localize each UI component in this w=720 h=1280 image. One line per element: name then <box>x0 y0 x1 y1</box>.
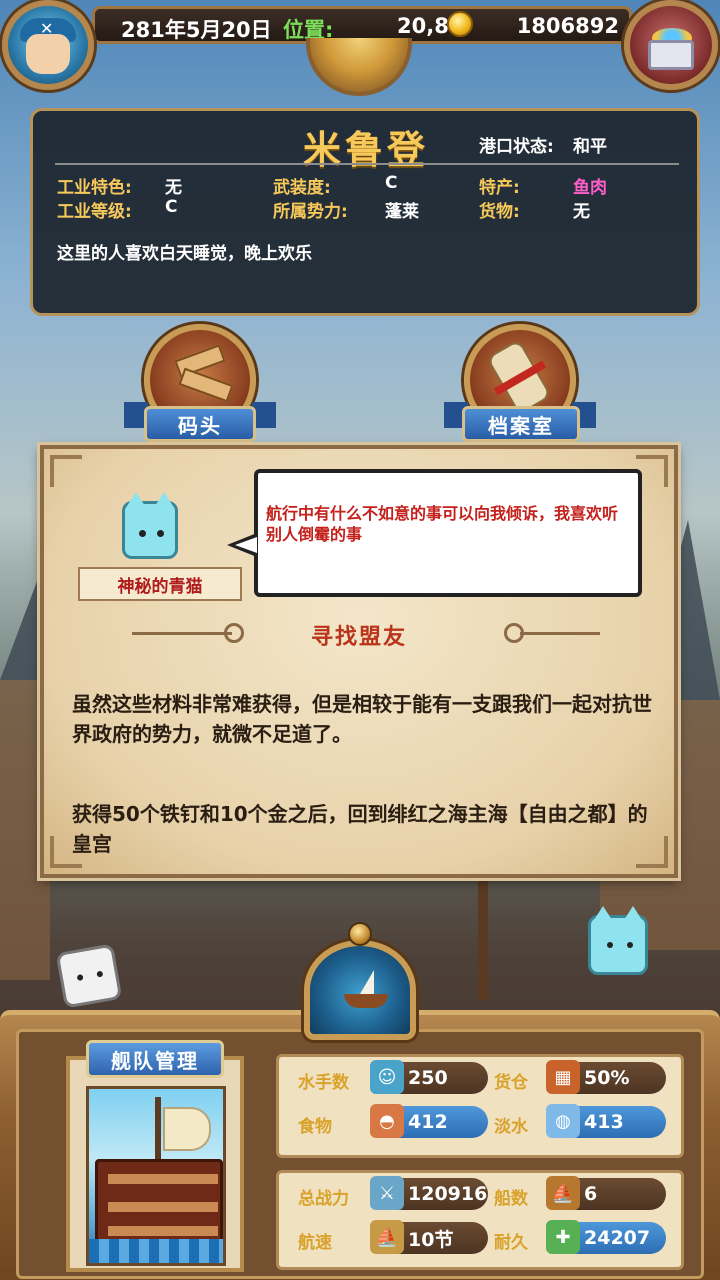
divider <box>55 163 679 165</box>
quest-title: 寻找盟友 <box>310 625 407 650</box>
port-description: 这里的人喜欢白天睡觉，晚上欢乐 <box>57 244 312 264</box>
specialty-value: 鱼肉 <box>573 178 607 198</box>
position-value: 20,8 <box>397 14 449 38</box>
durability-label: 耐久 <box>494 1233 528 1253</box>
goods-label: 货物: <box>479 202 520 222</box>
sail-icon <box>360 970 374 994</box>
swords-icon: ⚔ <box>370 1176 404 1210</box>
player-avatar-button[interactable] <box>2 0 94 90</box>
npc-name: 神秘的青猫 <box>78 567 242 601</box>
hull-deck <box>108 1226 218 1236</box>
water-value: 413 <box>584 1111 624 1133</box>
sailors-value-bar: ☺ 250 <box>370 1060 488 1094</box>
industry-level-label: 工业等级: <box>57 202 132 222</box>
durability-icon: ✚ <box>546 1220 580 1254</box>
meat-icon: ◓ <box>370 1104 404 1138</box>
total-power-value: 120916 <box>408 1183 488 1205</box>
faction-value: 蓬莱 <box>385 202 419 222</box>
port-status-label: 港口状态: <box>479 137 554 157</box>
faction-label: 所属势力: <box>273 202 348 222</box>
sail-speed-icon: ⛵ <box>370 1220 404 1254</box>
white-cat-mascot[interactable] <box>55 943 123 1009</box>
ship-hull <box>95 1159 223 1245</box>
blue-cat-mascot[interactable] <box>588 906 648 975</box>
gold-coin-icon <box>447 11 473 37</box>
quest-dialog: 神秘的青猫 航行中有什么不如意的事可以向我倾诉，我喜欢听别人倒霉的事 寻找盟友 … <box>40 445 678 878</box>
cargo-label: 货仓 <box>494 1073 528 1093</box>
npc-portrait <box>122 492 178 559</box>
speed-label: 航速 <box>298 1233 332 1253</box>
eye <box>76 974 84 982</box>
avatar-face <box>26 34 70 74</box>
game-date: 281年5月20日 <box>121 18 272 42</box>
speed-value: 10节 <box>408 1228 454 1251</box>
total-power-value-bar: ⚔ 120916 <box>370 1176 488 1210</box>
total-power-label: 总战力 <box>298 1189 349 1209</box>
emblem-knob <box>348 922 372 946</box>
water-icon: ◍ <box>546 1104 580 1138</box>
armament-label: 武装度: <box>273 178 331 198</box>
map-globe-button[interactable] <box>306 38 412 96</box>
treasure-chest-button[interactable] <box>624 0 718 90</box>
eye <box>607 942 613 948</box>
industry-level-value: C <box>165 197 178 217</box>
industry-feature-value: 无 <box>165 178 182 198</box>
ship-count-icon: ⛵ <box>546 1176 580 1210</box>
eye <box>139 530 146 537</box>
industry-feature-label: 工业特色: <box>57 178 132 198</box>
ship-waves <box>89 1239 223 1263</box>
port-status-value: 和平 <box>573 137 607 157</box>
eye <box>157 530 164 537</box>
water-value-bar: ◍ 413 <box>546 1104 666 1138</box>
quest-objective: 获得50个铁钉和10个金之后，回到绯红之海主海【自由之都】的皇宫 <box>72 802 648 856</box>
npc-speech-bubble: 航行中有什么不如意的事可以向我倾诉，我喜欢听别人倒霉的事 <box>254 469 642 597</box>
ship-count-label: 船数 <box>494 1189 528 1209</box>
port-name: 米鲁登 <box>303 128 430 172</box>
dock-label: 码头 <box>144 406 256 442</box>
food-value-bar: ◓ 412 <box>370 1104 488 1138</box>
gold-amount: 1806892 <box>516 14 619 38</box>
title-flourish <box>520 632 600 635</box>
dock-plank <box>178 367 234 403</box>
durability-value-bar: ✚ 24207 <box>546 1220 666 1254</box>
sailors-value: 250 <box>408 1067 448 1089</box>
chest-icon <box>648 40 694 70</box>
flagship-image[interactable] <box>86 1086 226 1266</box>
food-value: 412 <box>408 1111 448 1133</box>
speech-tail-fill <box>235 537 257 553</box>
boat-icon <box>344 994 388 1008</box>
ship-mast <box>155 1097 161 1167</box>
background-mast <box>478 860 488 1000</box>
ship-count-value: 6 <box>584 1183 598 1205</box>
food-label: 食物 <box>298 1117 332 1137</box>
port-info-panel: 米鲁登 港口状态: 和平 工业特色: 无 武装度: C 特产: 鱼肉 工业等级:… <box>30 108 700 316</box>
sail-button[interactable] <box>304 940 416 1040</box>
eye <box>96 970 104 978</box>
cargo-value: 50% <box>584 1067 630 1089</box>
archive-label: 档案室 <box>462 406 580 442</box>
water-label: 淡水 <box>494 1117 528 1137</box>
hull-deck <box>108 1174 218 1184</box>
hull-deck <box>108 1202 218 1212</box>
eye <box>627 942 633 948</box>
durability-value: 24207 <box>584 1227 651 1249</box>
quest-description: 虽然这些材料非常难获得，但是相较于能有一支跟我们一起对抗世界政府的势力，就微不足… <box>72 692 652 746</box>
corner-ornament <box>50 455 82 487</box>
specialty-label: 特产: <box>479 178 520 198</box>
crate-icon: ▦ <box>546 1060 580 1094</box>
armament-value: C <box>385 173 398 193</box>
fleet-management-button[interactable]: 舰队管理 <box>86 1040 224 1078</box>
speed-value-bar: ⛵ 10节 <box>370 1220 488 1254</box>
goods-value: 无 <box>573 202 590 222</box>
sailors-label: 水手数 <box>298 1073 349 1093</box>
ship-count-value-bar: ⛵ 6 <box>546 1176 666 1210</box>
sailor-icon: ☺ <box>370 1060 404 1094</box>
ship-sail <box>163 1107 211 1151</box>
cargo-value-bar: ▦ 50% <box>546 1060 666 1094</box>
